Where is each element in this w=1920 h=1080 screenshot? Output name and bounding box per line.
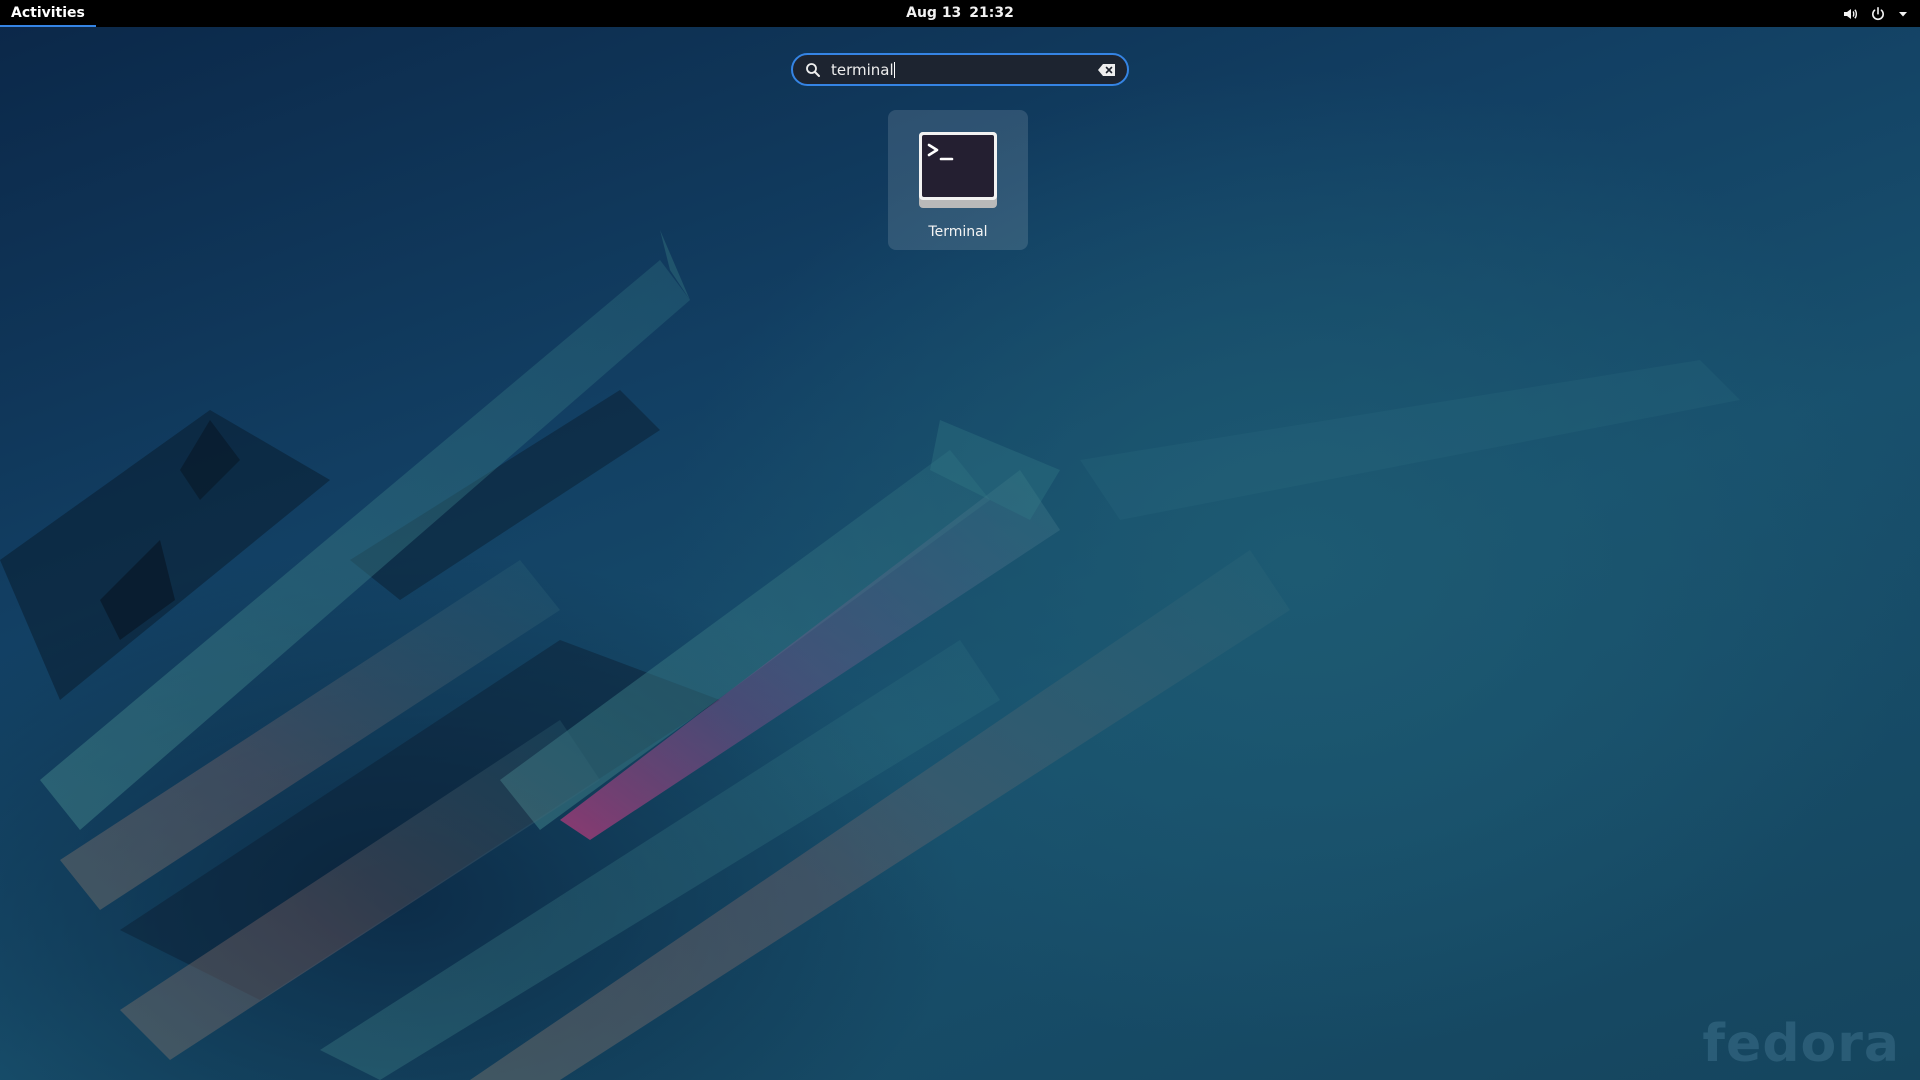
- activities-button[interactable]: Activities: [0, 0, 96, 27]
- app-label: Terminal: [928, 224, 988, 240]
- top-bar: Activities Aug 13 21:32: [0, 0, 1920, 27]
- fedora-watermark: fedora: [1702, 1014, 1900, 1074]
- system-menu-button[interactable]: [1842, 0, 1908, 27]
- power-icon: [1870, 6, 1886, 22]
- volume-icon: [1842, 6, 1858, 22]
- clear-text-icon[interactable]: [1097, 62, 1117, 78]
- search-result-terminal[interactable]: Terminal: [888, 110, 1028, 250]
- clock-time: 21:32: [969, 5, 1014, 21]
- text-caret: [893, 61, 895, 78]
- clock-button[interactable]: Aug 13 21:32: [902, 0, 1018, 27]
- terminal-app-icon: [919, 132, 997, 208]
- search-box[interactable]: terminal: [791, 53, 1129, 86]
- search-input-text: terminal: [831, 60, 894, 79]
- dropdown-arrow-icon: [1898, 9, 1908, 19]
- clock-date: Aug 13: [906, 5, 962, 21]
- search-input[interactable]: terminal: [831, 61, 1097, 79]
- search-icon: [806, 62, 820, 77]
